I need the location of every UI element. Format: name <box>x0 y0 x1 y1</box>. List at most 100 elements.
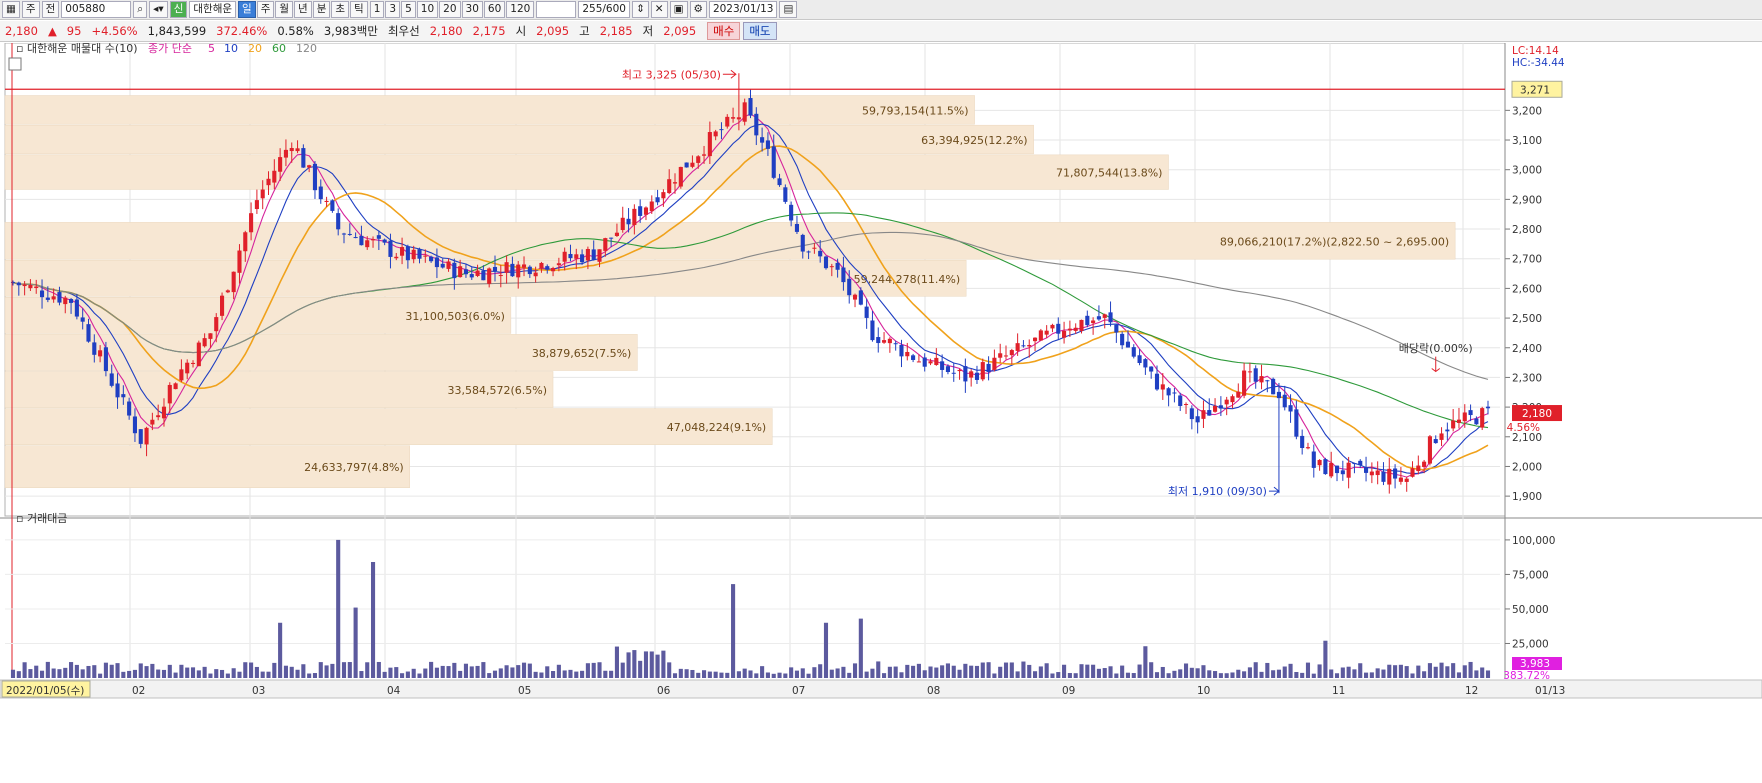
candle-body <box>1346 462 1351 478</box>
count-field[interactable]: 255/600 <box>578 1 630 18</box>
volume-bar <box>1178 669 1183 678</box>
period-tab[interactable]: 분 <box>312 1 331 18</box>
volume-bar <box>289 666 294 678</box>
volume-bar <box>185 667 190 678</box>
volume-bar <box>74 664 79 678</box>
volume-bar <box>980 662 985 678</box>
settings-icon[interactable]: ⚙ <box>689 1 707 18</box>
stock-name-field[interactable]: 대한해운 <box>189 1 237 18</box>
volume-bar <box>1381 669 1386 678</box>
volume-bar <box>748 670 753 678</box>
period-tab[interactable]: 주 <box>256 1 275 18</box>
volume-bar <box>1276 669 1281 678</box>
crosshair-icon[interactable]: ✕ <box>650 1 668 18</box>
period-tab[interactable]: 일 <box>238 1 256 18</box>
volume-bar <box>609 670 614 678</box>
volume-bar <box>231 668 236 678</box>
sound-icon[interactable]: ◂▾ <box>149 1 168 18</box>
volume-bar <box>690 669 695 678</box>
volume-bar <box>1410 673 1415 678</box>
candle-body <box>1218 405 1223 409</box>
save-icon[interactable]: ▣ <box>669 1 688 18</box>
candle-body <box>864 306 869 318</box>
volume-bar <box>516 665 521 678</box>
volume-bar <box>370 562 376 678</box>
volume-bar <box>69 662 74 678</box>
interval-button[interactable]: 3 <box>385 1 401 18</box>
pin-icon[interactable]: ⇕ <box>631 1 649 18</box>
candle-body <box>446 261 451 269</box>
interval-button[interactable]: 20 <box>439 1 461 18</box>
candle-body <box>934 357 939 365</box>
volume-bar <box>1166 673 1171 678</box>
volume-bar <box>818 664 823 678</box>
volume-bar <box>974 665 980 678</box>
volume-bar <box>249 662 254 678</box>
date-field[interactable]: 2023/01/13 <box>708 1 778 18</box>
candle-body <box>1485 406 1491 409</box>
period-tab[interactable]: 초 <box>331 1 350 18</box>
stock-code-input[interactable]: 005880 <box>61 1 132 18</box>
volume-bar <box>1201 665 1206 678</box>
volume-bar <box>928 666 933 678</box>
candle-body <box>516 264 521 278</box>
type-select[interactable]: 주 <box>21 1 40 18</box>
volume-tick-label: 100,000 <box>1512 535 1555 547</box>
period-tab[interactable]: 월 <box>275 1 294 18</box>
volume-bar <box>1213 671 1218 678</box>
layout-icon[interactable]: ▦ <box>2 1 20 18</box>
candle-body <box>1387 468 1392 485</box>
count-max: /600 <box>602 3 626 15</box>
low-annotation: 최저 1,910 (09/30) <box>1168 485 1267 498</box>
candle-body <box>585 248 590 261</box>
candle-body <box>887 338 892 344</box>
volume-bar <box>411 668 416 678</box>
volume-bar <box>190 667 196 678</box>
candle-body <box>1294 409 1299 437</box>
candle-body <box>1178 395 1183 406</box>
search-icon[interactable]: ⌕ <box>133 1 148 18</box>
volume-bar <box>1456 672 1462 678</box>
current-price: 2,180 <box>5 24 38 38</box>
candle-body <box>1416 465 1421 472</box>
interval-button[interactable]: 30 <box>461 1 483 18</box>
volume-bar <box>1363 672 1369 678</box>
candle-body <box>661 192 666 199</box>
calendar-icon[interactable]: ▤ <box>779 1 798 18</box>
sell-button[interactable]: 매도 <box>743 22 777 40</box>
interval-button[interactable]: 10 <box>416 1 439 18</box>
candle-body <box>1404 478 1409 482</box>
volume-bar <box>742 668 747 678</box>
candle-body <box>1195 416 1200 423</box>
low-label: 저 <box>642 24 654 38</box>
price-tick-label: 2,500 <box>1512 313 1542 325</box>
volume-bar <box>283 665 288 678</box>
volume-bar <box>940 665 945 678</box>
grid-toggle-icon[interactable] <box>8 57 22 71</box>
candle-body <box>1410 468 1415 477</box>
interval-button[interactable]: 1 <box>369 1 385 18</box>
candle-body <box>1381 471 1386 482</box>
volume-bar <box>847 672 852 678</box>
volume-bar <box>440 665 445 678</box>
candle-body <box>365 240 370 248</box>
volume-bar <box>359 671 364 678</box>
interval-button[interactable]: 120 <box>506 1 535 18</box>
volume-bar <box>86 665 91 678</box>
period-tab[interactable]: 틱 <box>350 1 368 18</box>
interval-input[interactable] <box>536 1 577 18</box>
market-select[interactable]: 전 <box>41 1 60 18</box>
interval-button[interactable]: 5 <box>401 1 416 18</box>
candle-body <box>324 200 329 202</box>
volume-bar <box>736 671 741 678</box>
ma-period-5: 5 <box>208 43 215 55</box>
period-tab[interactable]: 년 <box>294 1 312 18</box>
buy-button[interactable]: 매수 <box>707 22 741 40</box>
volume-bar <box>643 651 649 678</box>
month-label: 08 <box>927 685 940 697</box>
candle-body <box>249 213 254 233</box>
stock-chart[interactable]: 02 03 04 05 06 07 08 09 10 11 12 3,200 3,100 3,000 2,9… <box>0 43 1762 783</box>
volume-bar <box>127 670 132 678</box>
candle-body <box>98 350 103 357</box>
interval-button[interactable]: 60 <box>483 1 506 18</box>
